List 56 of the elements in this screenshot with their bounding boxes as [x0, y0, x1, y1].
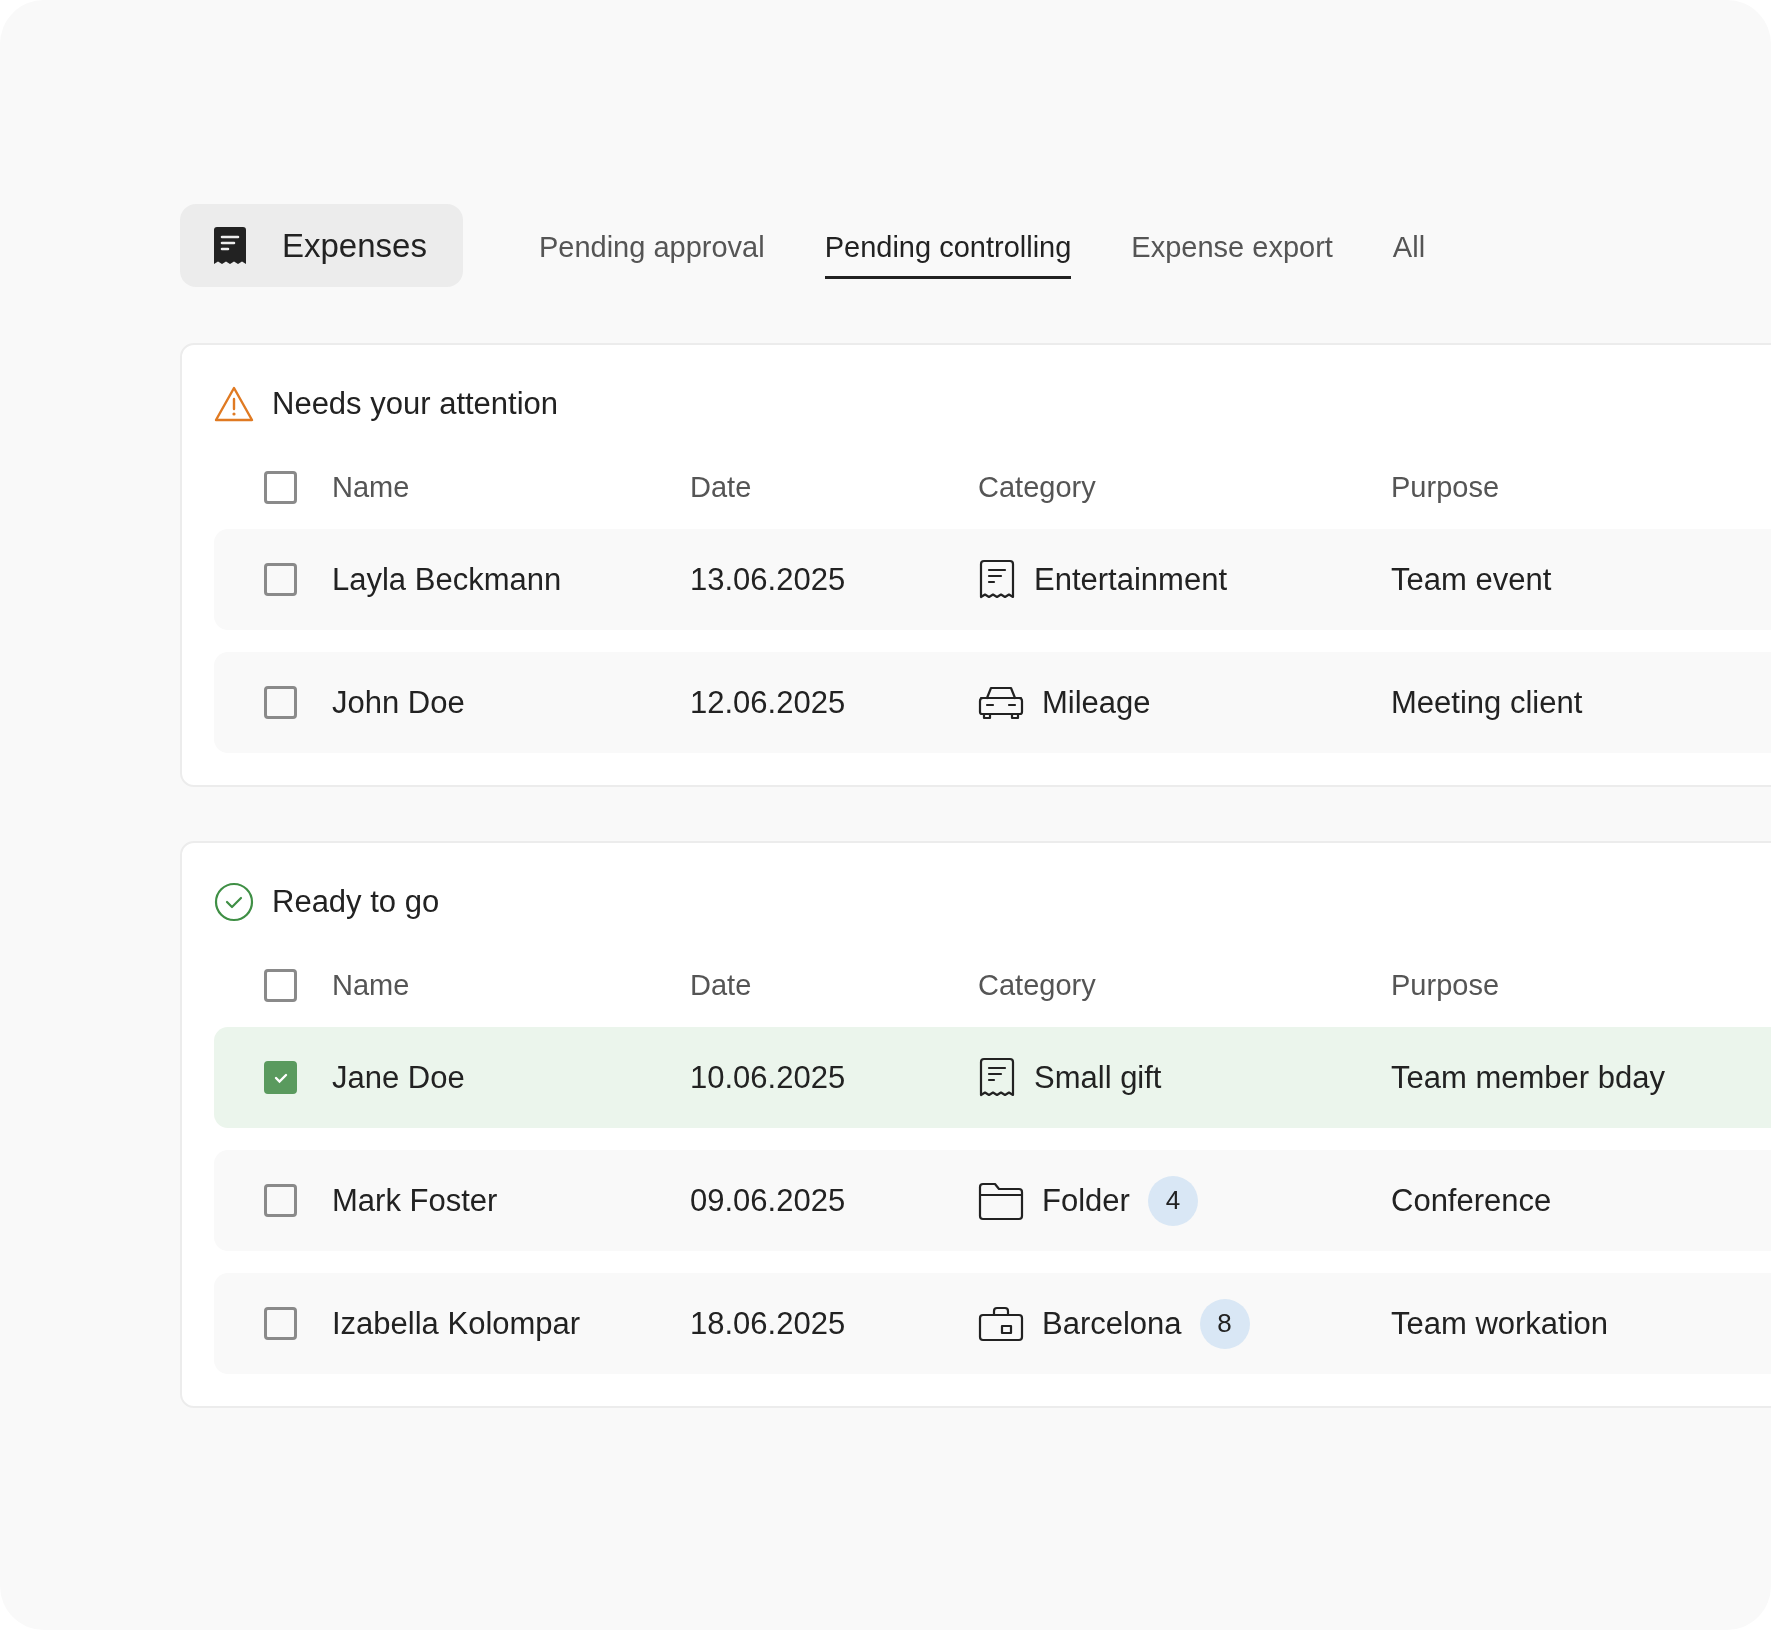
column-header: Date	[690, 470, 753, 504]
column-header: Date	[690, 968, 753, 1002]
date-cell-text: 13.06.2025	[690, 561, 847, 598]
name-cell-text: Izabella Kolompar	[332, 1305, 582, 1342]
row-checkbox[interactable]	[264, 1307, 297, 1340]
folder-icon	[978, 1180, 1024, 1221]
purpose-cell-text: Team workation	[1391, 1305, 1610, 1342]
column-header: Name	[332, 968, 411, 1002]
date-cell-text: 09.06.2025	[690, 1182, 847, 1219]
purpose-cell-text: Meeting client	[1391, 684, 1584, 721]
date-cell-text: 10.06.2025	[690, 1059, 847, 1096]
select-all-checkbox[interactable]	[264, 968, 297, 1002]
column-header: Category	[978, 470, 1097, 504]
page-title: Expenses	[282, 226, 427, 265]
select-all-checkbox[interactable]	[264, 470, 297, 504]
expense-row[interactable]: Layla Beckmann 13.06.2025 Entertainment Team event	[214, 529, 1771, 630]
category-cell: Folder	[1042, 1182, 1130, 1219]
receipt-icon	[978, 558, 1016, 601]
tab[interactable]: All	[1392, 218, 1426, 279]
receipt-icon	[212, 225, 248, 266]
row-checkbox[interactable]	[264, 563, 297, 596]
row-checkbox[interactable]	[264, 686, 297, 719]
purpose-cell-text: Team member bday	[1391, 1059, 1666, 1096]
check-circle-icon	[214, 882, 254, 922]
count-badge: 4	[1147, 1175, 1198, 1226]
briefcase-icon	[978, 1304, 1024, 1343]
column-header: Name	[332, 470, 411, 504]
expense-row[interactable]: John Doe 12.06.2025 Mileage Meeting client	[214, 652, 1771, 753]
expense-row[interactable]: Jane Doe 10.06.2025 Small gift Team member bday	[214, 1027, 1771, 1128]
warning-icon	[214, 386, 254, 422]
tab[interactable]: Pending controlling	[824, 218, 1072, 279]
category-cell: Barcelona	[1042, 1305, 1182, 1342]
column-header: Purpose	[1391, 470, 1500, 504]
purpose-cell-text: Conference	[1391, 1182, 1553, 1219]
category-cell: Entertainment	[1034, 561, 1227, 598]
section-title: Needs your attention	[272, 386, 559, 422]
category-cell: Mileage	[1042, 684, 1151, 721]
section-title: Ready to go	[272, 884, 440, 920]
date-cell-text: 12.06.2025	[690, 684, 847, 721]
row-checkbox[interactable]	[264, 1061, 297, 1094]
date-cell-text: 18.06.2025	[690, 1305, 847, 1342]
purpose-cell-text: Team event	[1391, 561, 1553, 598]
row-checkbox[interactable]	[264, 1184, 297, 1217]
tab[interactable]: Expense export	[1131, 218, 1333, 279]
expense-row[interactable]: Izabella Kolompar 18.06.2025 Barcelona 8 Team workation	[214, 1273, 1771, 1374]
name-cell-text: Mark Foster	[332, 1182, 499, 1219]
name-cell-text: Layla Beckmann	[332, 561, 563, 598]
column-header: Category	[978, 968, 1097, 1002]
receipt-icon	[978, 1056, 1016, 1099]
tab[interactable]: Pending approval	[538, 218, 765, 279]
count-badge: 8	[1199, 1298, 1250, 1349]
name-cell-text: Jane Doe	[332, 1059, 466, 1096]
category-cell: Small gift	[1034, 1059, 1162, 1096]
column-header: Purpose	[1391, 968, 1500, 1002]
name-cell-text: John Doe	[332, 684, 466, 721]
expense-row[interactable]: Mark Foster 09.06.2025 Folder 4 Conference	[214, 1150, 1771, 1251]
